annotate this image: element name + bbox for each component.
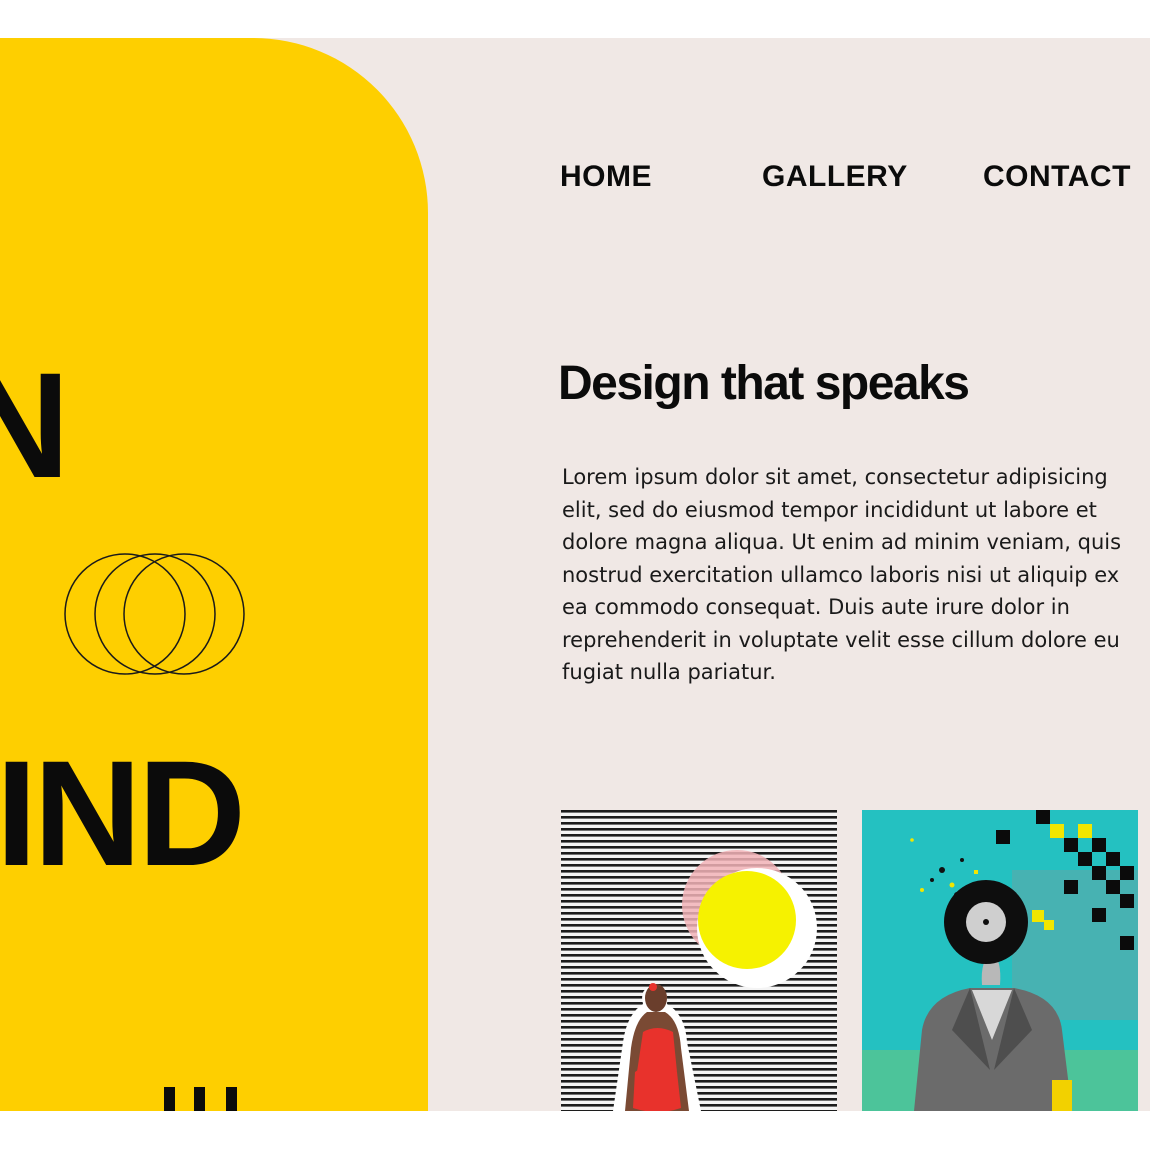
hero-word-middle: IND: [0, 729, 246, 897]
hero-word-top: N: [0, 341, 70, 509]
intro-paragraph: Lorem ipsum dolor sit amet, consectetur …: [562, 465, 1122, 684]
striped-sunset-collage-image: [561, 810, 837, 1111]
nav-gallery[interactable]: GALLERY: [762, 160, 908, 194]
page-headline: Design that speaks: [558, 357, 970, 410]
gallery-card-record[interactable]: [862, 810, 1138, 1111]
record-head-collage-image: [862, 810, 1138, 1111]
nav-contact[interactable]: CONTACT: [983, 160, 1131, 194]
page-canvas: N IND HOME GALLERY CONTACT Design that s…: [0, 38, 1150, 1111]
hero-yellow-panel: N IND: [0, 38, 428, 1111]
main-nav: HOME GALLERY CONTACT: [0, 160, 1150, 194]
nav-home[interactable]: HOME: [560, 160, 652, 194]
gallery-card-sunset[interactable]: [561, 810, 837, 1111]
hero-word-bottom-cropped: [164, 1087, 237, 1111]
overlapping-rings-icon: [64, 553, 245, 675]
